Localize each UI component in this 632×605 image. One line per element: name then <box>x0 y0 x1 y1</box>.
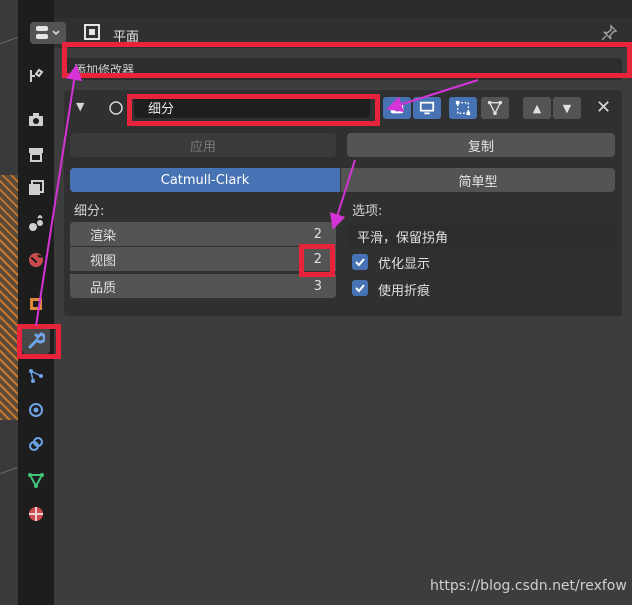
pin-icon[interactable] <box>600 24 618 42</box>
tab-catmull-clark[interactable]: Catmull-Clark <box>70 168 340 192</box>
editor-type-button[interactable] <box>30 22 66 44</box>
editmode-toggle-button[interactable] <box>449 97 477 119</box>
tab-particles[interactable] <box>22 362 50 390</box>
tab-output[interactable] <box>22 140 50 168</box>
tab-physics[interactable] <box>22 396 50 424</box>
cage-toggle-button[interactable] <box>481 97 509 119</box>
mesh-preview <box>0 175 18 420</box>
monitor-icon <box>419 101 435 115</box>
optimal-display-checkbox[interactable] <box>352 254 368 270</box>
tab-simple[interactable]: 简单型 <box>341 168 615 192</box>
render-levels-label: 渲染 <box>90 228 117 244</box>
options-heading: 选项: <box>352 204 383 219</box>
use-creases-checkbox[interactable] <box>352 280 368 296</box>
annotation-box-viewport-level <box>299 244 335 277</box>
tab-scene[interactable] <box>22 210 50 238</box>
render-levels-field[interactable]: 渲染 2 <box>70 222 336 246</box>
grid-line <box>0 36 18 45</box>
render-toggle-button[interactable] <box>383 97 411 119</box>
properties-tab-bar <box>18 0 54 605</box>
world-icon <box>29 253 43 267</box>
tab-world[interactable] <box>22 246 50 274</box>
object-icon <box>30 298 42 310</box>
tab-render[interactable] <box>22 106 50 134</box>
cage-icon <box>487 100 503 116</box>
view-layer-icon <box>29 180 44 195</box>
checkmark-icon <box>355 284 365 293</box>
tab-tool[interactable] <box>22 62 50 90</box>
annotation-box-add-modifier <box>62 42 632 78</box>
output-icon <box>29 148 43 162</box>
copy-button[interactable]: 复制 <box>347 133 615 157</box>
annotation-box-modifier-tab <box>17 324 61 359</box>
tab-constraints[interactable] <box>22 430 50 458</box>
editor-type-icon <box>36 26 60 39</box>
checkmark-icon <box>355 258 365 267</box>
constraints-icon <box>29 437 43 451</box>
use-creases-label: 使用折痕 <box>378 284 431 299</box>
watermark-text: https://blog.csdn.net/rexfow <box>430 578 627 594</box>
apply-button[interactable]: 应用 <box>70 133 336 157</box>
triangle-up-icon: ▲ <box>532 101 542 115</box>
viewport-levels-field[interactable]: 视图 2 <box>70 247 336 271</box>
annotation-box-modifier-name <box>127 94 380 126</box>
tab-object[interactable] <box>22 290 50 318</box>
close-icon[interactable]: ✕ <box>596 97 611 118</box>
grid-line <box>0 466 18 475</box>
triangle-down-icon: ▼ <box>562 101 572 115</box>
quality-value: 3 <box>313 278 322 294</box>
optimal-display-label: 优化显示 <box>378 257 431 272</box>
move-up-button[interactable]: ▲ <box>523 97 551 119</box>
tool-icon <box>30 68 44 82</box>
editmode-icon <box>455 100 471 116</box>
tab-material[interactable] <box>22 500 50 528</box>
subdivision-icon <box>109 101 123 115</box>
quality-field[interactable]: 品质 3 <box>70 274 336 298</box>
uv-smooth-dropdown[interactable]: 平滑，保留拐角 ⌄ <box>347 223 615 247</box>
viewport-toggle-button[interactable] <box>413 97 441 119</box>
viewport-edge <box>0 0 18 605</box>
subdivisions-heading: 细分: <box>74 204 105 219</box>
move-down-button[interactable]: ▼ <box>553 97 581 119</box>
material-icon <box>29 507 43 521</box>
render-icon <box>29 113 43 126</box>
particles-icon <box>29 369 43 383</box>
viewport-levels-label: 视图 <box>90 253 117 269</box>
physics-icon <box>29 403 43 417</box>
camera-icon <box>390 104 404 114</box>
chevron-down-icon: ⌄ <box>357 227 367 240</box>
tab-data[interactable] <box>22 466 50 494</box>
collapse-triangle-icon[interactable]: ▼ <box>76 100 84 113</box>
data-icon <box>28 473 44 489</box>
render-levels-value: 2 <box>313 226 322 242</box>
tab-view-layer[interactable] <box>22 174 50 202</box>
quality-label: 品质 <box>90 280 117 296</box>
mesh-object-icon <box>84 24 100 40</box>
scene-icon <box>29 215 43 231</box>
